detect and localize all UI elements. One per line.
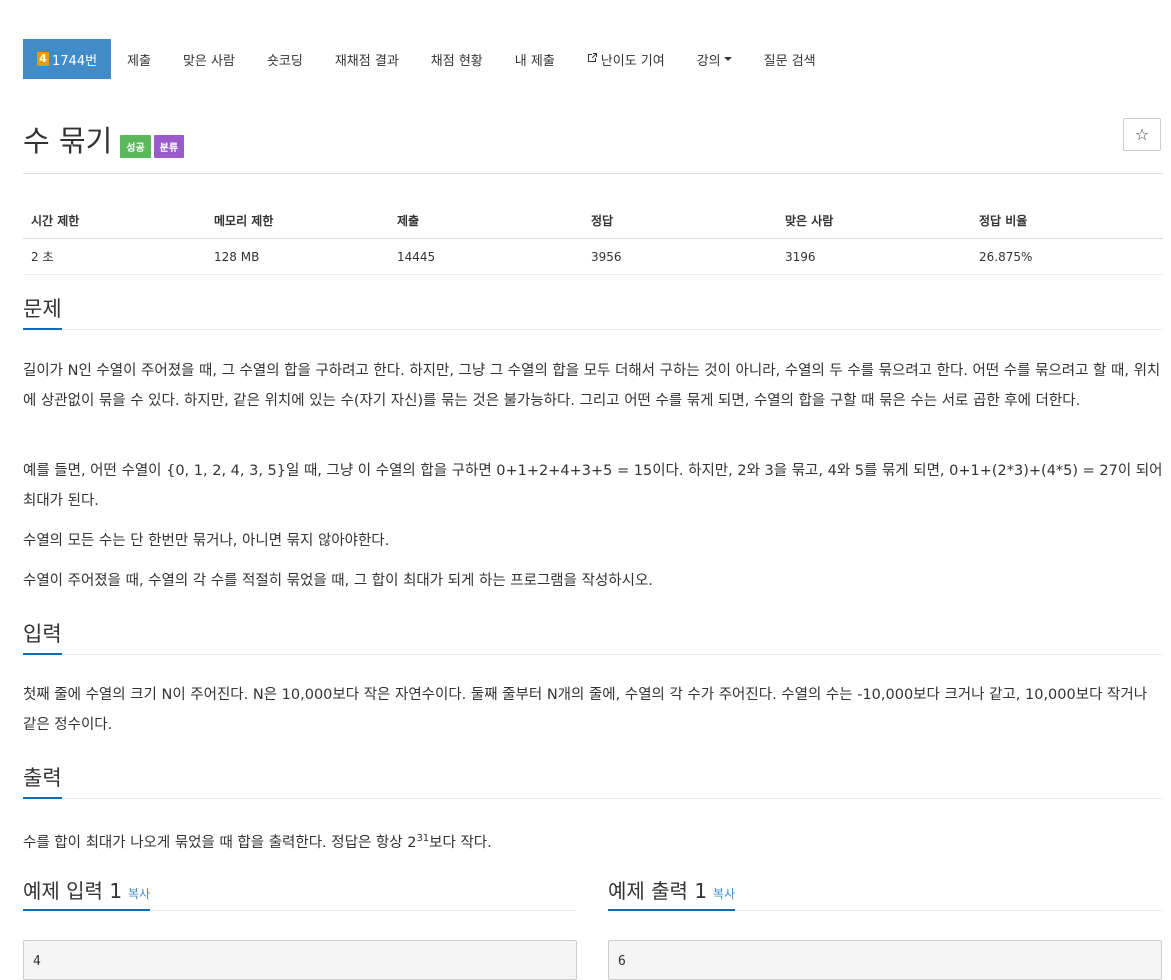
problem-info-table: 시간 제한 메모리 제한 제출 정답 맞은 사람 정답 비율 2 초 128 M… xyxy=(23,173,1163,275)
nav-short-coding[interactable]: 숏코딩 xyxy=(251,39,319,79)
sample-output-header: 예제 출력 1 복사 xyxy=(608,875,1162,911)
output-text-before: 수를 합이 최대가 나오게 묶었을 때 합을 출력한다. 정답은 항상 2 xyxy=(23,834,417,851)
status-badge: 성공 xyxy=(120,134,151,158)
nav-my-submissions[interactable]: 내 제출 xyxy=(499,39,571,79)
tier-badge: 4 xyxy=(37,52,49,66)
sample-input-box[interactable]: 4 xyxy=(23,940,577,980)
description-paragraph-4: 수열이 주어졌을 때, 수열의 각 수를 적절히 묶었을 때, 그 합이 최대가… xyxy=(23,573,653,589)
nav-submit[interactable]: 제출 xyxy=(111,39,167,79)
sample-input-title: 예제 입력 1 복사 xyxy=(23,875,151,911)
sample-input-header: 예제 입력 1 복사 xyxy=(23,875,577,911)
value-time-limit: 2 초 xyxy=(23,238,206,275)
favorite-button[interactable]: ☆ xyxy=(1123,118,1161,151)
description-section-header: 문제 xyxy=(23,293,1163,330)
input-title: 입력 xyxy=(23,618,62,655)
nav-lectures-dropdown[interactable]: 강의 xyxy=(681,39,748,79)
nav-difficulty-contribution[interactable]: 난이도 기여 xyxy=(571,39,681,79)
nav-difficulty-label: 난이도 기여 xyxy=(600,53,665,69)
sample-output-box[interactable]: 6 xyxy=(608,940,1162,980)
info-header-row: 시간 제한 메모리 제한 제출 정답 맞은 사람 정답 비율 xyxy=(23,173,1163,239)
header-submissions: 제출 xyxy=(389,173,583,239)
description-paragraph-1: 길이가 N인 수열이 주어졌을 때, 그 수열의 합을 구하려고 한다. 하지만… xyxy=(23,363,1161,409)
value-submissions: 14445 xyxy=(389,238,583,275)
input-section-header: 입력 xyxy=(23,618,1163,655)
problem-menu: 4 1744번 제출 맞은 사람 숏코딩 재채점 결과 채점 현황 내 제출 난… xyxy=(23,39,832,79)
caret-down-icon xyxy=(723,57,732,61)
nav-rejudge-results[interactable]: 재채점 결과 xyxy=(319,39,415,79)
description-title: 문제 xyxy=(23,293,62,330)
problem-title: 수 묶기 xyxy=(23,124,113,158)
input-description: 첫째 줄에 수열의 크기 N이 주어진다. N은 10,000보다 작은 자연수… xyxy=(23,687,1148,733)
header-accepted: 정답 xyxy=(583,173,777,239)
sample-input-title-text: 예제 입력 1 xyxy=(23,879,123,903)
sample-output-title-text: 예제 출력 1 xyxy=(608,879,708,903)
nav-problem-number[interactable]: 4 1744번 xyxy=(23,39,112,79)
star-icon: ☆ xyxy=(1134,125,1150,144)
external-link-icon xyxy=(587,52,598,66)
output-text-after: 보다 작다. xyxy=(429,834,492,851)
nav-lectures-label: 강의 xyxy=(696,53,721,69)
header-memory-limit: 메모리 제한 xyxy=(206,173,389,239)
sample-output-title: 예제 출력 1 복사 xyxy=(608,875,736,911)
output-section-header: 출력 xyxy=(23,762,1163,799)
value-accepted: 3956 xyxy=(583,238,777,275)
value-accept-ratio: 26.875% xyxy=(971,238,1163,275)
value-accepted-users: 3196 xyxy=(777,238,971,275)
header-accepted-users: 맞은 사람 xyxy=(777,173,971,239)
output-description: 수를 합이 최대가 나오게 묶었을 때 합을 출력한다. 정답은 항상 231보… xyxy=(23,824,1163,858)
description-paragraph-2: 예를 들면, 어떤 수열이 {0, 1, 2, 4, 3, 5}일 때, 그냥 … xyxy=(23,463,1163,509)
value-memory-limit: 128 MB xyxy=(206,238,389,275)
nav-question-search[interactable]: 질문 검색 xyxy=(748,39,832,79)
copy-input-button[interactable]: 복사 xyxy=(128,887,150,901)
header-time-limit: 시간 제한 xyxy=(23,173,206,239)
copy-output-button[interactable]: 복사 xyxy=(713,887,735,901)
info-value-row: 2 초 128 MB 14445 3956 3196 26.875% xyxy=(23,238,1163,275)
output-superscript: 31 xyxy=(416,833,430,844)
problem-number-label: 1744번 xyxy=(52,53,98,69)
description-paragraph-3: 수열의 모든 수는 단 한번만 묶거나, 아니면 묶지 않아야한다. xyxy=(23,533,390,549)
output-title: 출력 xyxy=(23,762,62,799)
category-badge[interactable]: 분류 xyxy=(153,134,185,158)
nav-accepted-users[interactable]: 맞은 사람 xyxy=(167,39,251,79)
problem-title-row: 수 묶기 성공 분류 xyxy=(23,118,187,160)
header-accept-ratio: 정답 비율 xyxy=(971,173,1163,239)
nav-judge-status[interactable]: 채점 현황 xyxy=(415,39,499,79)
